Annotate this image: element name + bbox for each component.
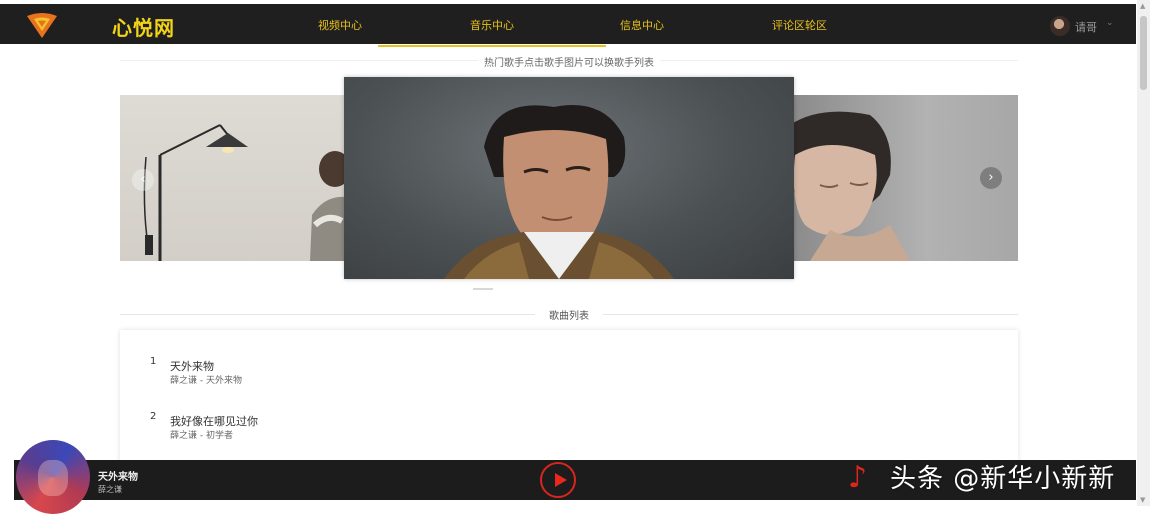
singer-carousel: ‹ ›	[120, 77, 1018, 285]
page-scrollbar[interactable]: ▲ ▼	[1137, 0, 1150, 506]
song-number: 2	[150, 411, 157, 422]
scroll-up-icon[interactable]: ▲	[1140, 2, 1145, 10]
play-button[interactable]	[540, 462, 576, 498]
player-song-title: 天外来物	[98, 472, 138, 483]
song-list-title: 歌曲列表	[535, 311, 603, 322]
song-list-header: 歌曲列表	[120, 306, 1018, 322]
nav-info-center[interactable]: 信息中心	[620, 17, 664, 33]
song-title[interactable]: 天外来物	[170, 358, 214, 374]
nav-comment-area[interactable]: 评论区轮区	[772, 17, 827, 33]
singer-hint-label: 热门歌手点击歌手图片可以换歌手列表	[478, 58, 660, 69]
logo-icon[interactable]	[24, 10, 60, 40]
singer-photo-center	[444, 105, 674, 279]
song-list-title-wrap: 歌曲列表	[120, 307, 1018, 322]
song-number: 1	[150, 356, 157, 367]
carousel-indicator[interactable]	[473, 288, 493, 290]
nav-music-center[interactable]: 音乐中心	[378, 17, 606, 47]
song-artist-album: 薛之谦 - 初学者	[170, 431, 233, 441]
top-nav-bar: 心悦网 视频中心 音乐中心 信息中心 评论区轮区 请哥 ⌄	[0, 4, 1136, 47]
chevron-down-icon[interactable]: ⌄	[1106, 18, 1114, 28]
user-name[interactable]: 请哥	[1075, 19, 1097, 35]
carousel-slide-center[interactable]	[344, 77, 794, 279]
music-note-icon: ♪	[848, 460, 868, 495]
user-avatar[interactable]	[1050, 16, 1070, 36]
site-name[interactable]: 心悦网	[112, 12, 175, 41]
song-title[interactable]: 我好像在哪见过你	[170, 413, 258, 429]
carousel-prev-button[interactable]: ‹	[132, 169, 154, 191]
carousel-next-button[interactable]: ›	[980, 167, 1002, 189]
singer-hint: 热门歌手点击歌手图片可以换歌手列表	[0, 54, 1138, 69]
nav-video-center[interactable]: 视频中心	[318, 17, 362, 33]
song-artist-album: 薛之谦 - 天外来物	[170, 376, 242, 386]
watermark: 头条 @新华小新新	[890, 464, 1116, 494]
player-album-cover[interactable]	[16, 440, 90, 514]
player-artist: 薛之谦	[98, 485, 122, 494]
scroll-down-icon[interactable]: ▼	[1140, 496, 1145, 504]
scroll-thumb[interactable]	[1140, 16, 1147, 90]
song-list: 1 天外来物 薛之谦 - 天外来物 2 我好像在哪见过你 薛之谦 - 初学者	[120, 330, 1018, 470]
